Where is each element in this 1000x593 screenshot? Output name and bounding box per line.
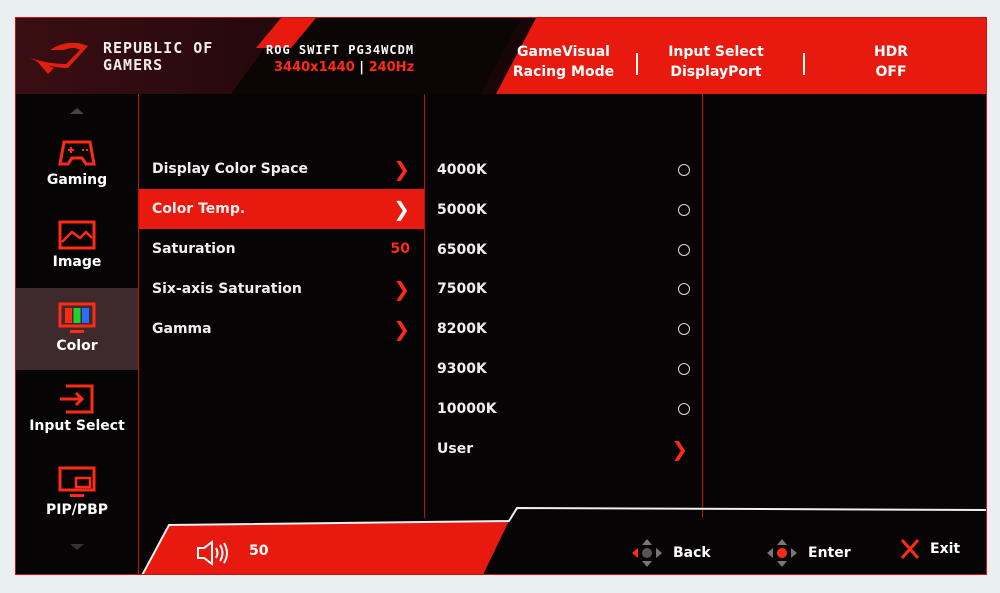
hdr-value: OFF xyxy=(875,64,907,80)
menu-item-label: Color Temp. xyxy=(152,201,246,217)
input-icon xyxy=(60,384,94,414)
menu-item-label: Gamma xyxy=(152,321,212,337)
option-8200k[interactable]: 8200K xyxy=(425,309,702,349)
enter-label: Enter xyxy=(808,545,851,561)
osd-menu: REPUBLIC OF GAMERS ROG SWIFT PG34WCDM 34… xyxy=(15,17,987,575)
option-label: 8200K xyxy=(437,321,487,337)
sidebar-item-label: Gaming xyxy=(46,172,108,188)
menu-item-six-axis-saturation[interactable]: Six-axis Saturation ❯ xyxy=(139,269,424,309)
volume-value: 50 xyxy=(249,543,269,559)
divider xyxy=(636,53,638,75)
option-5000k[interactable]: 5000K xyxy=(425,190,702,230)
sidebar-item-pip-pbp[interactable]: PIP/PBP xyxy=(16,452,138,534)
input-label: Input Select xyxy=(668,44,764,60)
scroll-down-icon[interactable] xyxy=(70,544,84,550)
sidebar-item-label: Color xyxy=(56,338,98,354)
menu-item-gamma[interactable]: Gamma ❯ xyxy=(139,309,424,349)
radio-icon[interactable] xyxy=(678,363,690,375)
chevron-right-icon: ❯ xyxy=(393,157,410,181)
option-4000k[interactable]: 4000K xyxy=(425,150,702,190)
radio-icon[interactable] xyxy=(678,283,690,295)
option-label: 6500K xyxy=(437,242,487,258)
resolution-info: 3440x1440 | 240Hz xyxy=(274,60,415,75)
option-label: User xyxy=(437,441,474,457)
enter-button[interactable]: Enter xyxy=(766,538,851,568)
menu-item-label: Six-axis Saturation xyxy=(152,281,302,297)
sidebar-item-color[interactable]: Color xyxy=(16,288,138,370)
scroll-up-icon[interactable] xyxy=(70,108,84,114)
menu-item-label: Display Color Space xyxy=(152,161,309,177)
sidebar-item-gaming[interactable]: Gaming xyxy=(16,124,138,206)
color-temp-options: 4000K 5000K 6500K 7500K 8200K 9300K 1000… xyxy=(425,94,703,524)
gamevisual-label: GameVisual xyxy=(517,44,610,60)
menu-item-saturation[interactable]: Saturation 50 xyxy=(139,229,424,269)
brand-logo-text: REPUBLIC OF GAMERS xyxy=(103,40,213,74)
gamevisual-status: GameVisual Racing Mode xyxy=(506,42,621,82)
option-label: 7500K xyxy=(437,281,487,297)
input-status: Input Select DisplayPort xyxy=(661,42,771,82)
option-10000k[interactable]: 10000K xyxy=(425,389,702,429)
color-monitor-icon xyxy=(58,302,96,333)
radio-icon[interactable] xyxy=(678,323,690,335)
exit-label: Exit xyxy=(930,541,961,557)
radio-icon[interactable] xyxy=(678,403,690,415)
exit-button[interactable]: Exit xyxy=(900,538,960,560)
option-label: 10000K xyxy=(437,401,497,417)
sidebar-item-label: Input Select xyxy=(29,418,125,434)
option-label: 4000K xyxy=(437,162,487,178)
back-button[interactable]: Back xyxy=(631,538,711,568)
chevron-right-icon: ❯ xyxy=(671,437,688,461)
input-value: DisplayPort xyxy=(670,64,762,80)
joystick-press-icon xyxy=(767,539,797,567)
option-7500k[interactable]: 7500K xyxy=(425,269,702,309)
sidebar-item-label: Image xyxy=(52,254,102,270)
brand-line2: GAMERS xyxy=(103,56,164,74)
option-label: 5000K xyxy=(437,202,487,218)
gamepad-icon xyxy=(58,140,96,166)
sidebar-item-image[interactable]: Image xyxy=(16,206,138,288)
menu-item-color-temp[interactable]: Color Temp. ❯ xyxy=(139,189,424,229)
divider xyxy=(803,53,805,75)
image-icon xyxy=(58,220,96,250)
option-label: 9300K xyxy=(437,361,487,377)
chevron-right-icon: ❯ xyxy=(393,317,410,341)
back-label: Back xyxy=(673,545,711,561)
refresh-rate: 240Hz xyxy=(368,60,415,75)
menu-item-display-color-space[interactable]: Display Color Space ❯ xyxy=(139,149,424,189)
footer-frame xyxy=(139,506,986,574)
radio-icon[interactable] xyxy=(678,164,690,176)
sidebar: Gaming Image Color Input Select PIP/PBP xyxy=(16,94,139,574)
sidebar-item-input-select[interactable]: Input Select xyxy=(16,370,138,452)
resolution: 3440x1440 xyxy=(274,60,355,75)
sidebar-item-label: PIP/PBP xyxy=(45,502,109,518)
menu-item-label: Saturation xyxy=(152,241,236,257)
volume-icon xyxy=(197,540,228,566)
joystick-left-icon xyxy=(632,539,662,567)
gamevisual-value: Racing Mode xyxy=(512,64,615,80)
close-icon xyxy=(900,539,920,559)
option-9300k[interactable]: 9300K xyxy=(425,349,702,389)
brand-line1: REPUBLIC OF xyxy=(103,39,214,57)
hdr-status: HDR OFF xyxy=(856,42,926,82)
saturation-value: 50 xyxy=(390,241,410,257)
pip-icon xyxy=(58,466,96,497)
option-user[interactable]: User ❯ xyxy=(425,429,702,469)
model-name: ROG SWIFT PG34WCDM xyxy=(266,43,415,57)
radio-icon[interactable] xyxy=(678,204,690,216)
color-submenu: Display Color Space ❯ Color Temp. ❯ Satura… xyxy=(139,94,425,524)
chevron-right-icon: ❯ xyxy=(393,277,410,301)
chevron-right-icon: ❯ xyxy=(393,197,410,221)
rog-logo-icon xyxy=(30,42,88,74)
hdr-label: HDR xyxy=(873,44,909,60)
option-6500k[interactable]: 6500K xyxy=(425,230,702,270)
radio-icon[interactable] xyxy=(678,244,690,256)
